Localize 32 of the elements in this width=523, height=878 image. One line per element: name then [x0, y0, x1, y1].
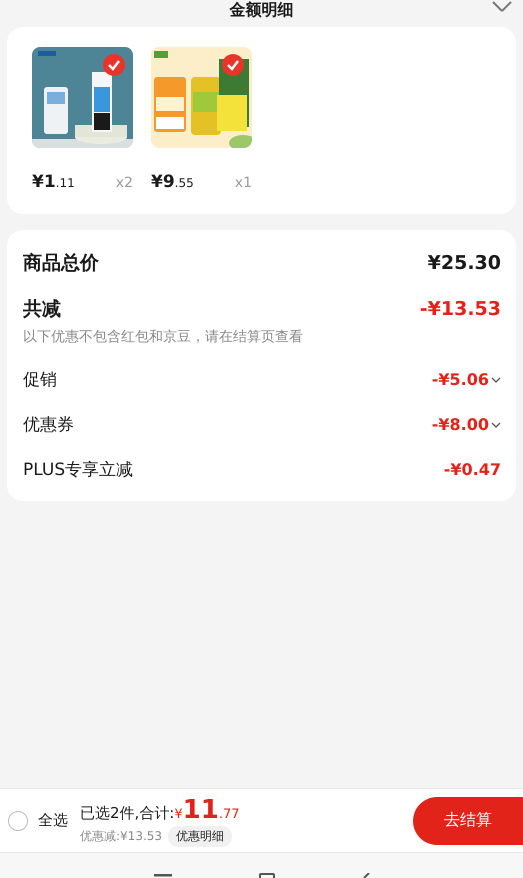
discount-label: 共减 — [23, 297, 61, 322]
product-quantity: x1 — [234, 175, 252, 191]
select-all-radio[interactable] — [8, 810, 28, 830]
selected-count: 已选2件,合计: — [80, 804, 174, 822]
total-price-decimal: .77 — [218, 806, 240, 822]
select-all-label[interactable]: 全选 — [38, 811, 68, 830]
currency-symbol: ¥ — [174, 806, 183, 822]
discount-item-value: -¥0.47 — [444, 460, 501, 479]
window-title: 金额明细 — [230, 0, 294, 20]
discount-item-label: PLUS专享立减 — [23, 459, 134, 481]
discount-detail-button[interactable]: 优惠明细 — [168, 826, 232, 846]
total-price: 11 — [182, 794, 219, 824]
menu-icon[interactable] — [154, 874, 172, 878]
discount-item-value: -¥8.00 — [432, 415, 489, 434]
total-label: 商品总价 — [23, 251, 99, 276]
discount-note: 以下优惠不包含红包和京豆，请在结算页查看 — [23, 328, 304, 346]
product-price: ¥1.11 — [32, 172, 75, 192]
saved-amount: 优惠减:¥13.53 — [80, 828, 162, 844]
product-quantity: x2 — [116, 175, 133, 191]
checkmark-icon[interactable] — [103, 54, 125, 76]
discount-item-label: 优惠券 — [23, 414, 74, 436]
discount-item-value: -¥5.06 — [432, 370, 489, 389]
home-icon[interactable] — [258, 873, 274, 878]
total-value: ¥25.30 — [428, 252, 501, 274]
chevron-down-icon[interactable] — [491, 422, 501, 428]
discount-value: -¥13.53 — [420, 298, 501, 320]
discount-item-label: 促销 — [23, 369, 57, 391]
checkmark-icon[interactable] — [222, 54, 244, 76]
product-price: ¥9.55 — [151, 172, 194, 192]
checkout-button[interactable]: 去结算 — [413, 796, 523, 844]
chevron-down-icon[interactable] — [491, 376, 501, 382]
back-icon[interactable] — [362, 873, 370, 878]
